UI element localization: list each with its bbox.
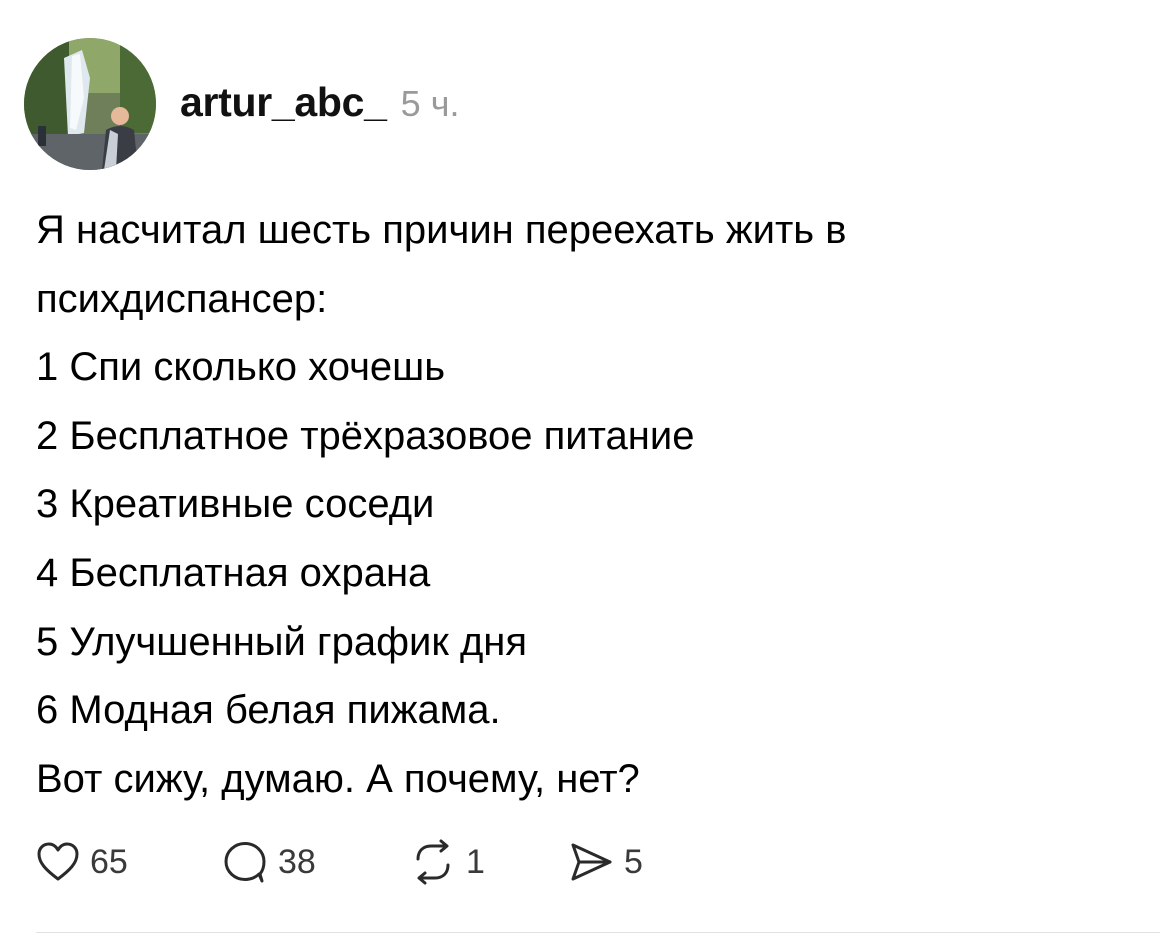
post-text: Я насчитал шесть причин переехать жить в… — [36, 196, 1136, 813]
like-button[interactable]: 65 — [36, 841, 222, 883]
speech-bubble-icon — [224, 842, 266, 883]
repost-button[interactable]: 1 — [410, 839, 568, 885]
post-header: artur_abc_ 5 ч. — [24, 38, 459, 170]
post-text-line: 4 Бесплатная охрана — [36, 550, 431, 595]
timestamp: 5 ч. — [400, 82, 460, 124]
post-text-line: 3 Креативные соседи — [36, 482, 435, 527]
thread-post: artur_abc_ 5 ч. Я насчитал шесть причин … — [0, 0, 1160, 934]
share-button[interactable]: 5 — [568, 840, 688, 884]
post-text-line: 2 Бесплатное трёхразовое питание — [36, 413, 695, 458]
post-text-line: 1 Спи сколько хочешь — [36, 345, 446, 390]
share-count: 5 — [624, 842, 643, 881]
post-divider — [36, 932, 1160, 933]
heart-icon — [37, 842, 79, 881]
post-meta: artur_abc_ 5 ч. — [180, 79, 459, 126]
post-text-line: 5 Улучшенный график дня — [36, 619, 528, 664]
paper-plane-icon — [571, 843, 612, 881]
repost-count: 1 — [466, 842, 485, 881]
like-count: 65 — [90, 842, 128, 881]
post-actions: 65 38 1 5 — [36, 834, 688, 890]
avatar-photo — [24, 38, 156, 170]
username[interactable]: artur_abc_ — [180, 79, 387, 126]
post-text-line: 6 Модная белая пижама. — [36, 688, 501, 733]
repost-arrows-icon — [416, 839, 450, 885]
post-text-line: психдиспансер: — [36, 276, 328, 321]
post-text-line: Вот сижу, думаю. А почему, нет? — [36, 756, 640, 801]
reply-count: 38 — [278, 842, 316, 881]
reply-button[interactable]: 38 — [222, 840, 410, 884]
avatar[interactable] — [24, 38, 156, 170]
post-text-line: Я насчитал шесть причин переехать жить в — [36, 208, 847, 252]
